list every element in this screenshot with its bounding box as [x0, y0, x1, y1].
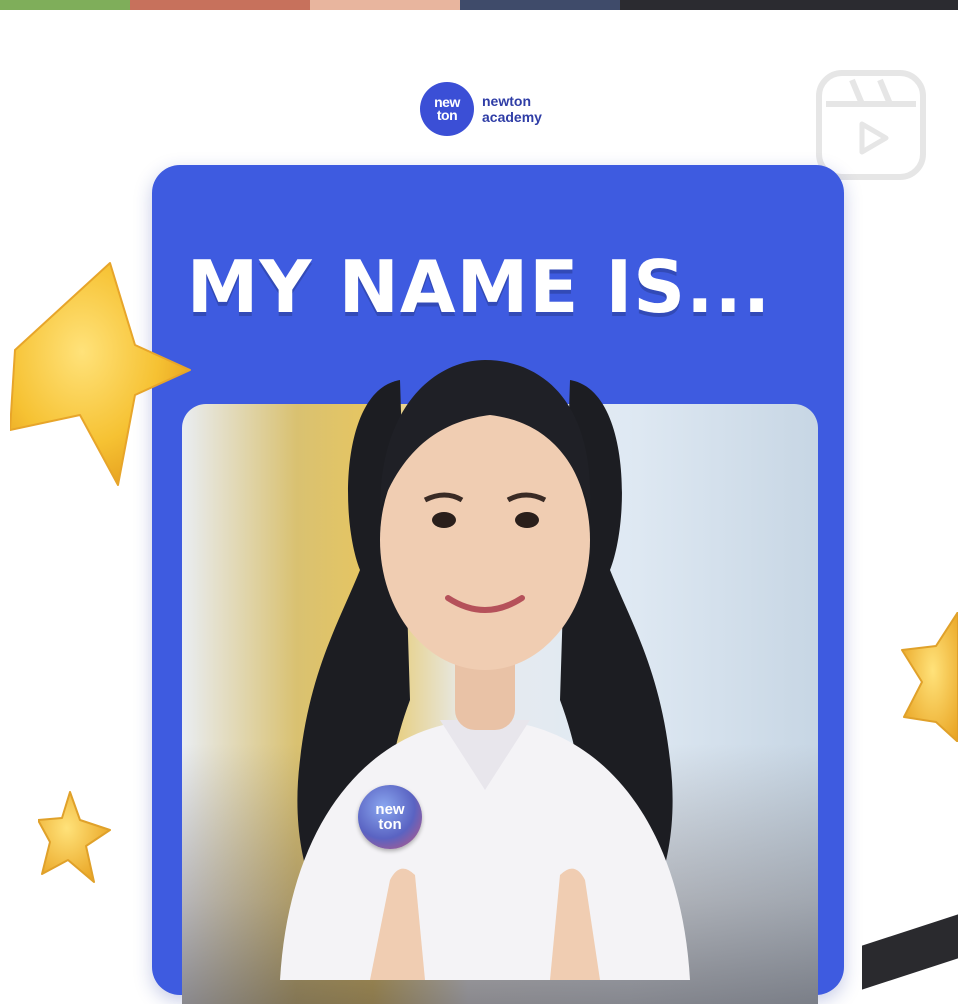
star-icon — [901, 612, 958, 742]
next-post-edge — [862, 914, 958, 990]
newton-pin-badge: new ton — [358, 785, 422, 849]
newton-academy-logo: new ton newton academy — [420, 82, 542, 136]
reels-icon[interactable] — [816, 70, 926, 180]
logo-badge: new ton — [420, 82, 474, 136]
star-icon — [38, 791, 111, 883]
previous-post-strip — [0, 0, 958, 10]
student-figure — [280, 360, 690, 980]
star-icon — [10, 262, 191, 486]
logo-wordmark: newton academy — [482, 93, 542, 125]
